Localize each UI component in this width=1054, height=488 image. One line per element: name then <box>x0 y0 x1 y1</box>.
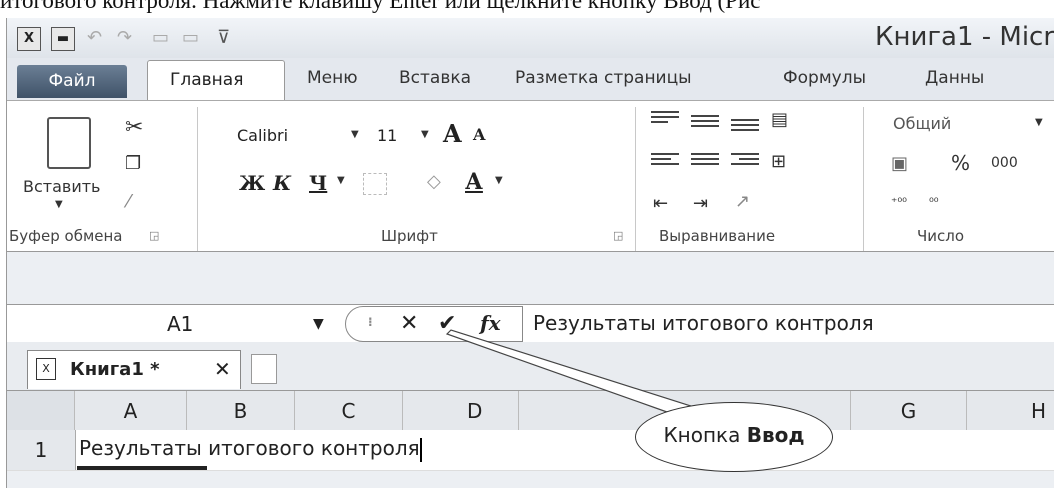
callout-bold: Ввод <box>746 423 805 447</box>
callout-enter-button: Кнопка Ввод <box>635 402 833 472</box>
callout-prefix: Кнопка <box>663 423 747 447</box>
excel-window: X ▬ ↶ ↷ ▭ ▭ ⊽ Книга1 - Micr Файл Главная… <box>6 18 1054 488</box>
document-caption: итогового контроля. Нажмите клавишу Ente… <box>0 0 761 13</box>
callout-text: Кнопка Ввод <box>636 423 832 447</box>
callout-pointer <box>445 329 694 413</box>
